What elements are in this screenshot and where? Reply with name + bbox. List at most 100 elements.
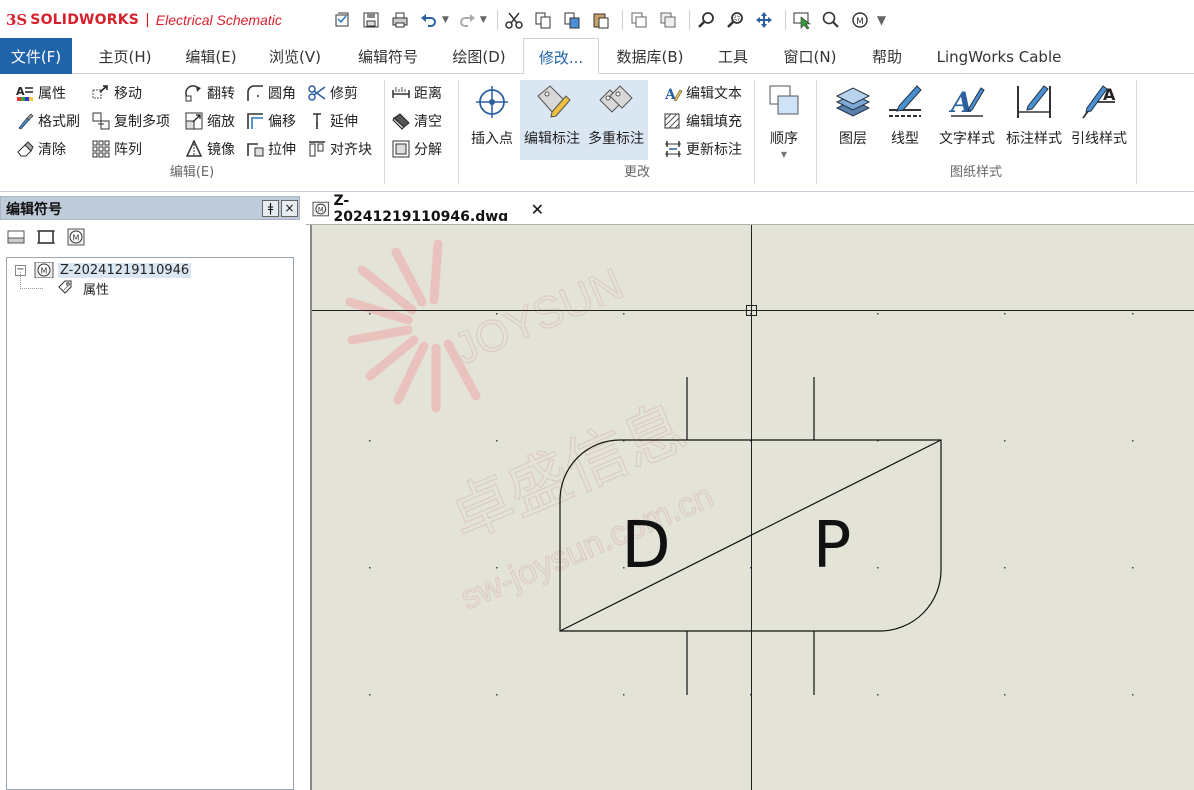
grid-dot: [877, 313, 879, 315]
properties-button[interactable]: A 属性: [16, 81, 66, 105]
format-painter-button[interactable]: 格式刷: [16, 109, 80, 133]
crosshair-cursor: [312, 225, 1194, 790]
quick-access-toolbar: ▼ ▼ M ▼: [330, 8, 892, 32]
paste-window-icon[interactable]: [656, 8, 680, 32]
drawing-style-group-label: 图纸样式: [949, 165, 1002, 180]
tab-modify[interactable]: 修改...: [523, 38, 599, 75]
zoom-window-icon[interactable]: [723, 8, 747, 32]
tree-item-properties[interactable]: 属性: [57, 278, 109, 298]
flip-label: 翻转: [207, 86, 235, 102]
customize-dropdown-icon[interactable]: ▼: [877, 13, 886, 27]
leader-style-icon: A: [1082, 85, 1116, 119]
svg-text:M: M: [318, 206, 324, 214]
paste-format-icon[interactable]: [560, 8, 584, 32]
undo-dropdown-icon[interactable]: ▼: [442, 15, 449, 25]
tab-lingworks-cable[interactable]: LingWorks Cable: [930, 38, 1068, 74]
layers-button[interactable]: 图层: [822, 80, 884, 160]
tab-help[interactable]: 帮助: [862, 38, 912, 74]
drawing-canvas[interactable]: JOYSUN 卓盛信息 sw-joysun.com.cn D P: [310, 225, 1194, 790]
leader-style-button[interactable]: A 引线样式: [1066, 80, 1132, 160]
redo-dropdown-icon[interactable]: ▼: [480, 15, 487, 25]
order-button[interactable]: 顺序 ▼: [754, 80, 814, 160]
dimension-style-label: 标注样式: [1006, 131, 1062, 147]
panel-frame-button[interactable]: [34, 226, 58, 248]
grid-dot: [1132, 313, 1134, 315]
document-tab[interactable]: M Z-20241219110946.dwg ✕: [306, 193, 544, 225]
macro-symbol-icon: M: [67, 228, 85, 246]
tab-tools[interactable]: 工具: [707, 38, 759, 74]
linetype-button[interactable]: 线型: [876, 80, 934, 160]
panel-layout-button[interactable]: [4, 226, 28, 248]
fillet-button[interactable]: 圆角: [246, 81, 296, 105]
tab-edit-symbol[interactable]: 编辑符号: [350, 38, 426, 74]
redo-icon[interactable]: [455, 8, 479, 32]
open-recent-icon[interactable]: [330, 8, 354, 32]
array-button[interactable]: 阵列: [92, 137, 142, 161]
mirror-button[interactable]: 镜像: [185, 137, 235, 161]
multi-annotation-button[interactable]: 多重标注: [584, 80, 648, 160]
pan-icon[interactable]: [752, 8, 776, 32]
application-window: 3S SOLIDWORKS | Electrical Schematic ▼ ▼: [0, 0, 1194, 790]
linetype-icon: [889, 85, 922, 117]
edit-annotation-button[interactable]: 编辑标注: [520, 80, 584, 160]
copy-icon[interactable]: [531, 8, 555, 32]
tab-database[interactable]: 数据库(B): [612, 38, 688, 74]
align-blocks-button[interactable]: 对齐块: [308, 137, 372, 161]
svg-text:M: M: [856, 17, 864, 27]
offset-button[interactable]: 偏移: [246, 109, 296, 133]
save-icon[interactable]: [359, 8, 383, 32]
move-button[interactable]: 移动: [92, 81, 142, 105]
flip-button[interactable]: 翻转: [185, 81, 235, 105]
app-logo: 3S SOLIDWORKS | Electrical Schematic: [6, 10, 282, 30]
panel-close-button[interactable]: ×: [281, 200, 298, 217]
copy-window-icon[interactable]: [627, 8, 651, 32]
trim-label: 修剪: [330, 86, 358, 102]
scale-button[interactable]: 缩放: [185, 109, 235, 133]
tab-view[interactable]: 浏览(V): [262, 38, 328, 74]
tab-window[interactable]: 窗口(N): [776, 38, 844, 74]
tab-edit[interactable]: 编辑(E): [178, 38, 244, 74]
tab-file[interactable]: 文件(F): [0, 38, 72, 74]
print-icon[interactable]: [388, 8, 412, 32]
trim-button[interactable]: 修剪: [308, 81, 358, 105]
dimension-style-button[interactable]: 标注样式: [1000, 80, 1068, 160]
explode-button[interactable]: 分解: [392, 137, 442, 161]
zoom-icon[interactable]: [694, 8, 718, 32]
scale-icon: [185, 112, 203, 130]
edit-text-button[interactable]: A 编辑文本: [664, 81, 742, 105]
offset-label: 偏移: [268, 114, 296, 130]
select-cursor-icon[interactable]: [790, 8, 814, 32]
clear-all-button[interactable]: 清空: [392, 109, 442, 133]
clear-button[interactable]: 清除: [16, 137, 66, 161]
properties-label: 属性: [38, 86, 66, 102]
stretch-button[interactable]: 拉伸: [246, 137, 296, 161]
leader-style-label: 引线样式: [1071, 131, 1127, 147]
macro-icon[interactable]: M: [848, 8, 872, 32]
tab-home[interactable]: 主页(H): [92, 38, 158, 74]
undo-icon[interactable]: [417, 8, 441, 32]
update-annotation-icon: [665, 141, 681, 157]
document-close-button[interactable]: ✕: [531, 200, 544, 219]
pin-icon[interactable]: ǂ: [262, 200, 279, 217]
group-separator: [1136, 80, 1137, 184]
insert-point-button[interactable]: 插入点: [460, 80, 524, 160]
cut-icon[interactable]: [502, 8, 526, 32]
edit-fill-button[interactable]: 编辑填充: [664, 109, 742, 133]
ribbon: A 属性 格式刷 清除 移动 复制多项 阵列 翻转 缩放 镜像 圆角 偏移 拉伸…: [0, 74, 1194, 192]
copy-multiple-button[interactable]: 复制多项: [92, 109, 170, 133]
extend-button[interactable]: 延伸: [308, 109, 358, 133]
text-style-button[interactable]: A 文字样式: [932, 80, 1002, 160]
edit-symbol-panel: 编辑符号 ǂ × M − M Z-20241219110946 属性: [0, 196, 300, 790]
grid-dot: [1132, 567, 1134, 569]
paste-icon[interactable]: [589, 8, 613, 32]
order-dropdown-icon[interactable]: ▼: [754, 150, 814, 159]
update-annotation-button[interactable]: 更新标注: [664, 137, 742, 161]
grid-dot: [496, 567, 498, 569]
tab-draw[interactable]: 绘图(D): [446, 38, 512, 74]
group-separator: [816, 80, 817, 184]
distance-button[interactable]: 距离: [392, 81, 442, 105]
panel-macro-button[interactable]: M: [64, 226, 88, 248]
drawing-svg: JOYSUN 卓盛信息 sw-joysun.com.cn D P: [312, 225, 1194, 790]
search-icon[interactable]: [819, 8, 843, 32]
grid-dot: [1132, 694, 1134, 696]
